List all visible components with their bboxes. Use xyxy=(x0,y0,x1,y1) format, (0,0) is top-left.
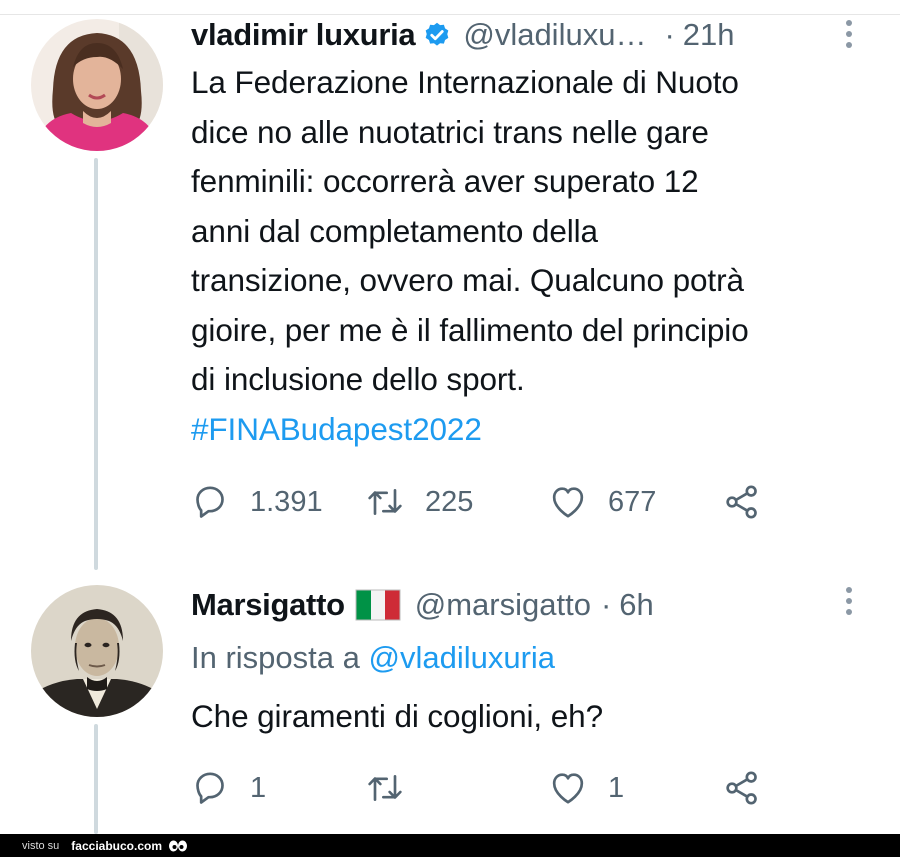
verified-badge-icon xyxy=(423,21,451,49)
reply-icon xyxy=(196,772,224,804)
tweet2-share-button[interactable] xyxy=(722,768,762,808)
share-icon xyxy=(726,485,757,519)
tweet1-actions: 1.391 225 677 xyxy=(190,482,790,522)
avatar-marsigatto[interactable] xyxy=(31,585,163,717)
tweet1-text-line: anni dal completamento della xyxy=(191,212,598,249)
tweet2-separator: · xyxy=(600,587,612,622)
tweet1-like-button[interactable]: 677 xyxy=(548,482,656,522)
tweet2-actions: 1 1 xyxy=(190,768,790,808)
tweet2-like-count: 1 xyxy=(608,771,625,804)
heart-icon xyxy=(552,773,584,804)
tweet2-timestamp[interactable]: 6h xyxy=(619,587,653,623)
reply-prefix: In risposta a xyxy=(191,640,360,675)
tweet1-timestamp[interactable]: 21h xyxy=(683,17,735,53)
tweet1-text-line: transizione, ovvero mai. Qualcuno potrà xyxy=(191,262,744,298)
retweet-icon xyxy=(368,489,402,515)
tweet1-text-line: gioire, per me è il fallimento del princ… xyxy=(191,311,749,348)
tweet1-text-line: La Federazione Internazionale di Nuoto xyxy=(191,64,739,100)
tweet1-hashtag-link[interactable]: #FINABudapest2022 xyxy=(191,405,881,455)
tweet2-text: Che giramenti di coglioni, eh? xyxy=(191,698,603,734)
tweet1-text-line: fenminili: occorrerà aver superato 12 xyxy=(191,163,699,199)
watermark-footer: visto su facciabuco.com xyxy=(0,834,900,857)
heart-icon xyxy=(552,487,584,518)
tweet1-header: vladimir luxuria @vladiluxu… · 21h xyxy=(191,17,735,53)
tweet2-retweet-button[interactable] xyxy=(365,768,425,808)
tweet1-reply-count: 1.391 xyxy=(250,485,323,518)
tweet2-header: Marsigatto @marsigatto · 6h xyxy=(191,587,654,623)
retweet-icon xyxy=(368,775,402,801)
tweet1-more-icon[interactable] xyxy=(843,20,855,48)
tweet2-handle[interactable]: @marsigatto xyxy=(415,587,591,623)
reply-mention-link[interactable]: @vladiluxuria xyxy=(369,640,556,675)
tweet1-handle[interactable]: @vladiluxu… xyxy=(463,17,646,53)
thread-line-upper xyxy=(94,158,98,570)
tweet1-like-count: 677 xyxy=(608,485,657,518)
avatar-portrait-icon xyxy=(31,585,163,717)
tweet2-reply-context: In risposta a @vladiluxuria xyxy=(191,640,555,676)
italy-flag-icon xyxy=(355,589,401,621)
thread-line-lower xyxy=(94,724,98,834)
share-icon xyxy=(726,771,757,805)
footer-visto-su: visto su xyxy=(22,839,60,852)
footer-brand: facciabuco.com xyxy=(71,838,162,853)
tweet1-retweet-button[interactable]: 225 xyxy=(365,482,473,522)
reply-icon xyxy=(196,486,224,518)
eyes-logo-icon xyxy=(168,839,188,853)
tweet1-share-button[interactable] xyxy=(722,482,762,522)
tweet1-author-name[interactable]: vladimir luxuria xyxy=(191,17,416,53)
tweet2-more-icon[interactable] xyxy=(843,587,855,615)
tweet2-reply-count: 1 xyxy=(250,771,267,804)
top-divider xyxy=(0,14,900,15)
tweet1-text: La Federazione Internazionale di Nuoto d… xyxy=(191,58,881,454)
tweet1-retweet-count: 225 xyxy=(425,485,474,518)
tweet2-like-button[interactable]: 1 xyxy=(548,768,624,808)
tweet1-reply-button[interactable]: 1.391 xyxy=(190,482,323,522)
tweet1-text-line: di inclusione dello sport. xyxy=(191,361,525,397)
tweet2-author-name[interactable]: Marsigatto xyxy=(191,587,345,623)
avatar-photo-icon xyxy=(31,19,163,151)
tweet1-text-line: dice no alle nuotatrici trans nelle gare xyxy=(191,113,709,150)
tweet2-reply-button[interactable]: 1 xyxy=(190,768,266,808)
tweet1-separator: · xyxy=(664,17,675,52)
avatar-vladimir-luxuria[interactable] xyxy=(31,19,163,151)
